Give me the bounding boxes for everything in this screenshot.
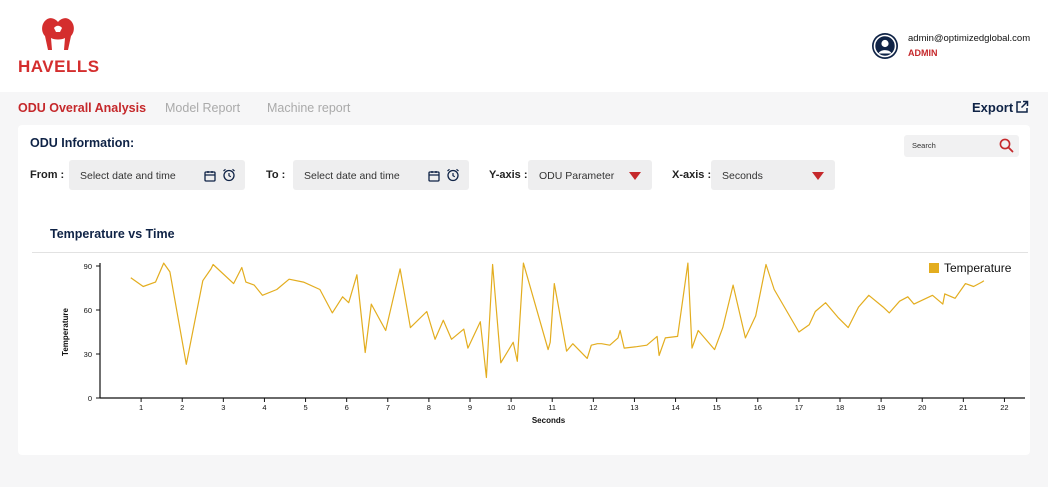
to-label: To : — [266, 169, 286, 181]
user-role: ADMIN — [908, 48, 938, 58]
x-tick-label: 5 — [303, 403, 307, 412]
x-tick-label: 15 — [712, 403, 720, 412]
x-tick-label: 22 — [1000, 403, 1008, 412]
x-tick-label: 8 — [427, 403, 431, 412]
xaxis-label: X-axis : — [672, 169, 712, 181]
brand-mark-icon — [42, 18, 74, 50]
alarm-clock-icon[interactable] — [446, 168, 460, 187]
yaxis-label: Y-axis : — [489, 169, 528, 181]
series-line-temperature — [130, 262, 985, 379]
x-tick-label: 20 — [918, 403, 926, 412]
export-button[interactable]: Export — [972, 100, 1013, 115]
from-label: From : — [30, 169, 65, 181]
brand-name: HAVELLS — [18, 57, 100, 76]
user-circle-icon[interactable] — [872, 33, 898, 59]
tab-model-report[interactable]: Model Report — [165, 101, 240, 115]
x-tick-label: 1 — [139, 403, 143, 412]
legend-swatch — [929, 263, 939, 273]
x-tick-label: 2 — [180, 403, 184, 412]
calendar-icon[interactable] — [204, 169, 216, 187]
x-tick-label: 3 — [221, 403, 225, 412]
temperature-line-chart: 03060901 2 3 4 5 6 7 8 9 10 11 12 13 14 15 16 17 18 19 20 21… — [61, 261, 1025, 425]
y-tick-label: 60 — [84, 306, 92, 315]
chevron-down-icon[interactable] — [629, 172, 641, 180]
xaxis-select-value: Seconds — [722, 170, 763, 182]
from-datetime-picker[interactable]: Select date and time — [69, 160, 245, 190]
x-tick-label: 9 — [468, 403, 472, 412]
x-tick-label: 4 — [262, 403, 266, 412]
x-tick-label: 18 — [836, 403, 844, 412]
tab-odu-overall-analysis[interactable]: ODU Overall Analysis — [18, 101, 146, 115]
x-tick-label: 21 — [959, 403, 967, 412]
user-email: admin@optimizedglobal.com — [908, 33, 1031, 44]
xaxis-select[interactable]: Seconds — [711, 160, 835, 190]
search-input[interactable]: Search — [904, 135, 1019, 157]
x-tick-label: 11 — [548, 403, 556, 412]
x-tick-label: 6 — [345, 403, 349, 412]
x-tick-label: 13 — [630, 403, 638, 412]
search-icon[interactable] — [999, 138, 1014, 158]
x-tick-label: 12 — [589, 403, 597, 412]
calendar-icon[interactable] — [428, 169, 440, 187]
x-tick-label: 16 — [754, 403, 762, 412]
x-tick-label: 19 — [877, 403, 885, 412]
external-link-icon[interactable] — [1015, 100, 1029, 119]
odu-information-panel: ODU Information: Search From : Select da… — [18, 125, 1030, 455]
x-tick-label: 7 — [386, 403, 390, 412]
from-datetime-value: Select date and time — [80, 170, 176, 182]
y-tick-label: 0 — [88, 394, 92, 403]
to-datetime-value: Select date and time — [304, 170, 400, 182]
x-axis-title: Seconds — [532, 416, 566, 425]
panel-title: ODU Information: — [30, 136, 135, 150]
legend-label: Temperature — [944, 261, 1012, 275]
alarm-clock-icon[interactable] — [222, 168, 236, 187]
y-axis-title: Temperature — [61, 308, 70, 356]
tab-machine-report[interactable]: Machine report — [267, 101, 350, 115]
x-tick-label: 10 — [507, 403, 515, 412]
app-root: HAVELLS admin@optimizedglobal.com ADMIN … — [0, 0, 1048, 487]
to-datetime-picker[interactable]: Select date and time — [293, 160, 469, 190]
y-tick-label: 30 — [84, 350, 92, 359]
yaxis-select[interactable]: ODU Parameter — [528, 160, 652, 190]
y-tick-label: 90 — [84, 262, 92, 271]
x-tick-label: 14 — [671, 403, 679, 412]
x-tick-label: 17 — [795, 403, 803, 412]
search-placeholder: Search — [912, 141, 936, 150]
brand-logo[interactable]: HAVELLS — [16, 12, 106, 78]
yaxis-select-value: ODU Parameter — [539, 170, 615, 182]
header: HAVELLS admin@optimizedglobal.com ADMIN — [0, 0, 1048, 92]
chart-card: Temperature vs Time 0 30 60 90 1 2 3 4 5 6 7 8 9 10 11… — [30, 213, 1028, 433]
report-tabs: ODU Overall Analysis Model Report Machin… — [0, 93, 1048, 123]
chevron-down-icon[interactable] — [812, 172, 824, 180]
